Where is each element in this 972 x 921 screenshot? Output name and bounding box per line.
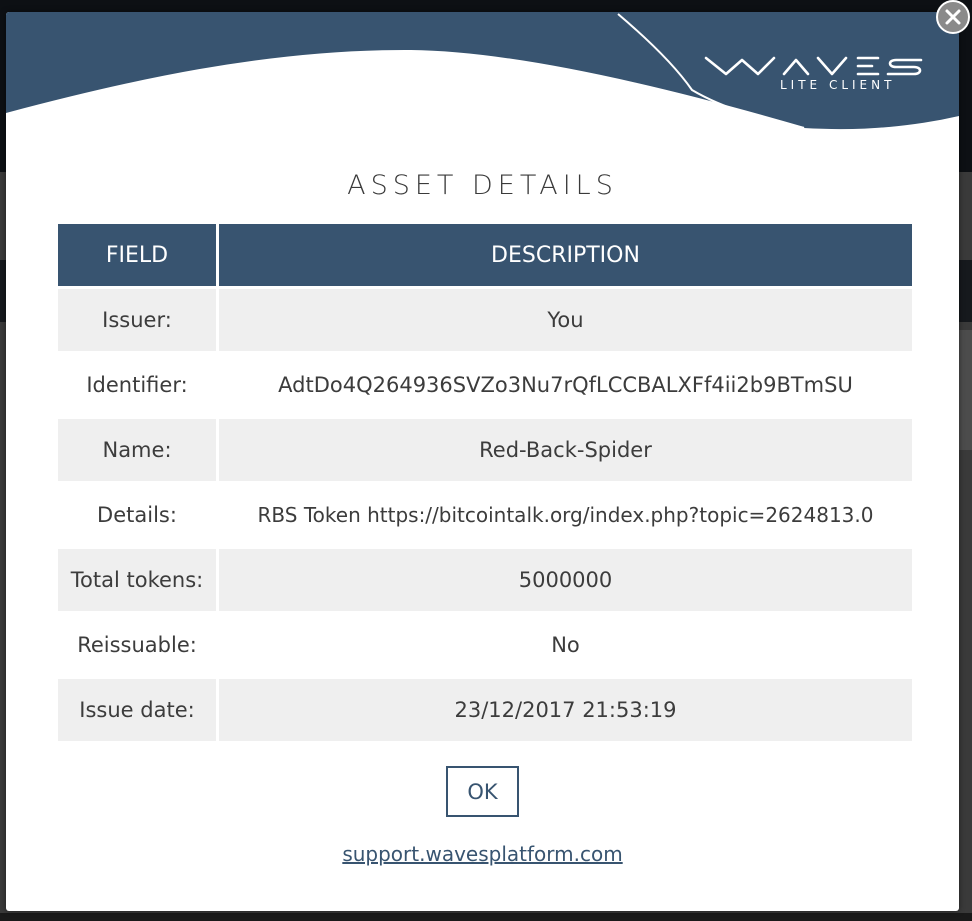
field-label: Details: [97, 503, 177, 527]
field-label: Identifier: [86, 373, 188, 397]
field-label: Total tokens: [58, 549, 216, 611]
field-value: Red-Back-Spider [219, 419, 912, 481]
column-header-description: DESCRIPTION [219, 224, 912, 286]
close-icon [945, 9, 961, 25]
table-row: Total tokens: 5000000 [58, 549, 912, 611]
field-value: AdtDo4Q264936SVZo3Nu7rQfLCCBALXFf4ii2b9B… [278, 373, 853, 397]
column-header-field: FIELD [58, 224, 216, 286]
modal-title: ASSET DETAILS [347, 170, 618, 201]
field-value: RBS Token https://bitcointalk.org/index.… [257, 503, 874, 527]
table-row: Details: RBS Token https://bitcointalk.o… [58, 484, 912, 546]
field-label: Issue date: [58, 679, 216, 741]
table-row: Identifier: AdtDo4Q264936SVZo3Nu7rQfLCCB… [58, 354, 912, 416]
table-row: Issue date: 23/12/2017 21:53:19 [58, 679, 912, 741]
field-label: Name: [58, 419, 216, 481]
close-button[interactable] [936, 0, 970, 34]
logo-subtitle: LITE CLIENT [780, 78, 896, 92]
background-app-footer [0, 913, 972, 921]
background-app-panel [958, 330, 972, 450]
field-label: Issuer: [58, 289, 216, 351]
asset-details-table: FIELD DESCRIPTION Issuer: You Identifier… [55, 221, 915, 744]
support-link[interactable]: support.wavesplatform.com [6, 842, 959, 866]
field-value: You [219, 289, 912, 351]
table-row: Reissuable: No [58, 614, 912, 676]
field-label: Reissuable: [77, 633, 197, 657]
ok-button[interactable]: OK [446, 766, 519, 817]
field-value: 23/12/2017 21:53:19 [219, 679, 912, 741]
table-header-row: FIELD DESCRIPTION [58, 224, 912, 286]
table-row: Name: Red-Back-Spider [58, 419, 912, 481]
field-value: No [551, 633, 580, 657]
table-row: Issuer: You [58, 289, 912, 351]
asset-details-modal: LITE CLIENT ASSET DETAILS FIELD DESCRIPT… [6, 12, 959, 911]
field-value: 5000000 [219, 549, 912, 611]
